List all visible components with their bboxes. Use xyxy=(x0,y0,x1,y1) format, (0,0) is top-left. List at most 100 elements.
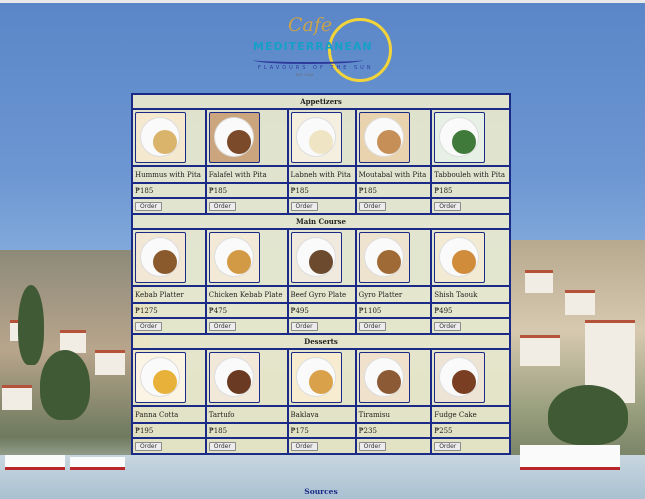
dish-photo xyxy=(434,352,486,403)
order-cell: Order xyxy=(354,197,433,215)
food xyxy=(153,370,177,394)
food xyxy=(452,250,477,274)
dish-price: ₱185 xyxy=(204,182,289,199)
dish-name: Tiramisu xyxy=(354,405,433,424)
order-button[interactable]: Order xyxy=(290,201,318,211)
order-button[interactable]: Order xyxy=(208,441,236,451)
background-house xyxy=(2,385,32,410)
background-house xyxy=(520,335,560,366)
background-tree xyxy=(548,385,628,445)
plate xyxy=(214,358,253,396)
dish-price: ₱195 xyxy=(131,422,207,439)
dish-name: Hummus with Pita xyxy=(131,165,207,184)
dish-photo xyxy=(434,232,486,283)
dish-price: ₱475 xyxy=(204,302,289,319)
food xyxy=(226,370,251,394)
dish-photo xyxy=(290,112,342,163)
dish-photo xyxy=(135,352,186,403)
order-cell: Order xyxy=(204,197,289,215)
order-button[interactable]: Order xyxy=(135,201,163,211)
order-button[interactable]: Order xyxy=(434,441,462,451)
menu-cell xyxy=(131,348,207,407)
menu-container: Appetizers Hummus with Pita Falafel with P… xyxy=(131,93,511,455)
menu-cell xyxy=(354,348,433,407)
order-cell: Order xyxy=(430,317,511,335)
background-house xyxy=(525,270,553,293)
food xyxy=(376,370,401,394)
background-boat xyxy=(520,445,620,470)
section-title-desserts: Desserts xyxy=(131,333,511,350)
menu-cell xyxy=(286,348,357,407)
background-boat xyxy=(5,455,65,470)
menu-cell xyxy=(354,228,433,287)
dish-photo xyxy=(358,232,410,283)
dish-photo xyxy=(290,352,342,403)
dish-name: Fudge Cake xyxy=(430,405,511,424)
dish-price: ₱185 xyxy=(286,182,357,199)
dish-price: ₱495 xyxy=(286,302,357,319)
order-cell: Order xyxy=(354,317,433,335)
dish-photo xyxy=(358,352,410,403)
food xyxy=(153,130,177,154)
order-button[interactable]: Order xyxy=(434,201,462,211)
dish-price: ₱1275 xyxy=(131,302,207,319)
background-tree xyxy=(40,350,90,420)
dish-name: Tabbouleh with Pita xyxy=(430,165,511,184)
logo-tagline: FLAVOURS OF THE SUN xyxy=(258,65,374,71)
dish-price: ₱185 xyxy=(354,182,433,199)
food xyxy=(452,130,477,154)
order-button[interactable]: Order xyxy=(135,441,163,451)
food xyxy=(376,250,401,274)
dish-price: ₱175 xyxy=(286,422,357,439)
dish-name: Shish Taouk xyxy=(430,285,511,304)
order-cell: Order xyxy=(430,437,511,455)
order-button[interactable]: Order xyxy=(135,321,163,331)
plate xyxy=(364,118,403,156)
dish-photo xyxy=(208,232,260,283)
background-house xyxy=(565,290,595,315)
order-button[interactable]: Order xyxy=(434,321,462,331)
food xyxy=(308,130,333,154)
order-button[interactable]: Order xyxy=(290,441,318,451)
dish-photo xyxy=(358,112,410,163)
background-house xyxy=(95,350,125,375)
dish-price: ₱185 xyxy=(131,182,207,199)
dish-photo xyxy=(434,112,486,163)
order-button[interactable]: Order xyxy=(358,441,386,451)
order-button[interactable]: Order xyxy=(208,201,236,211)
order-cell: Order xyxy=(131,197,207,215)
dish-name: Falafel with Pita xyxy=(204,165,289,184)
order-cell: Order xyxy=(286,197,357,215)
menu-cell xyxy=(204,108,289,167)
plate xyxy=(296,118,335,156)
plate xyxy=(214,118,253,156)
order-button[interactable]: Order xyxy=(208,321,236,331)
plate xyxy=(364,358,403,396)
plate xyxy=(214,238,253,276)
plate xyxy=(296,358,335,396)
dish-name: Baklava xyxy=(286,405,357,424)
menu-cell xyxy=(131,108,207,167)
order-cell: Order xyxy=(286,317,357,335)
dish-photo xyxy=(135,112,186,163)
order-cell: Order xyxy=(204,317,289,335)
plate xyxy=(440,358,479,396)
menu-cell xyxy=(430,228,511,287)
order-button[interactable]: Order xyxy=(358,201,386,211)
food xyxy=(153,250,177,274)
food xyxy=(226,130,251,154)
dish-name: Labneh with Pita xyxy=(286,165,357,184)
order-cell: Order xyxy=(131,437,207,455)
background-tree xyxy=(18,285,44,365)
menu-table: Appetizers Hummus with Pita Falafel with P… xyxy=(131,93,511,455)
food xyxy=(308,370,333,394)
order-button[interactable]: Order xyxy=(290,321,318,331)
order-button[interactable]: Order xyxy=(358,321,386,331)
dish-photo xyxy=(208,352,260,403)
menu-cell xyxy=(286,228,357,287)
dish-price: ₱185 xyxy=(430,182,511,199)
dish-name: Panna Cotta xyxy=(131,405,207,424)
dish-price: ₱255 xyxy=(430,422,511,439)
top-border xyxy=(0,0,645,3)
food xyxy=(452,370,477,394)
